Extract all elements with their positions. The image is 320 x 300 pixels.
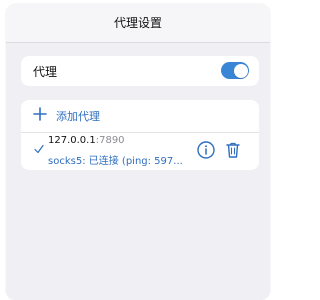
proxy-toggle[interactable] <box>221 62 249 79</box>
server-port: :7890 <box>95 135 125 146</box>
proxy-settings-sheet: 代理设置 代理 添加代理 127.0.0.1:7890 socks5: 已连接 … <box>6 4 270 300</box>
server-host: 127.0.0.1 <box>48 135 96 146</box>
plus-icon <box>33 107 47 121</box>
trash-icon[interactable] <box>225 141 241 159</box>
info-icon[interactable] <box>197 141 215 159</box>
proxy-label: 代理 <box>33 65 58 79</box>
server-status: socks5: 已连接 (ping: 597... <box>48 156 183 167</box>
server-address: 127.0.0.1:7890 <box>48 135 125 146</box>
add-proxy-label: 添加代理 <box>56 110 100 123</box>
proxy-toggle-card: 代理 <box>21 56 259 86</box>
proxy-list-card: 添加代理 127.0.0.1:7890 socks5: 已连接 (ping: 5… <box>21 100 259 170</box>
header: 代理设置 <box>6 4 270 43</box>
page-title: 代理设置 <box>113 16 162 30</box>
add-proxy-button[interactable]: 添加代理 <box>21 100 259 133</box>
toggle-knob <box>233 63 248 78</box>
server-row[interactable]: 127.0.0.1:7890 socks5: 已连接 (ping: 597... <box>21 132 259 170</box>
check-icon <box>34 144 44 154</box>
